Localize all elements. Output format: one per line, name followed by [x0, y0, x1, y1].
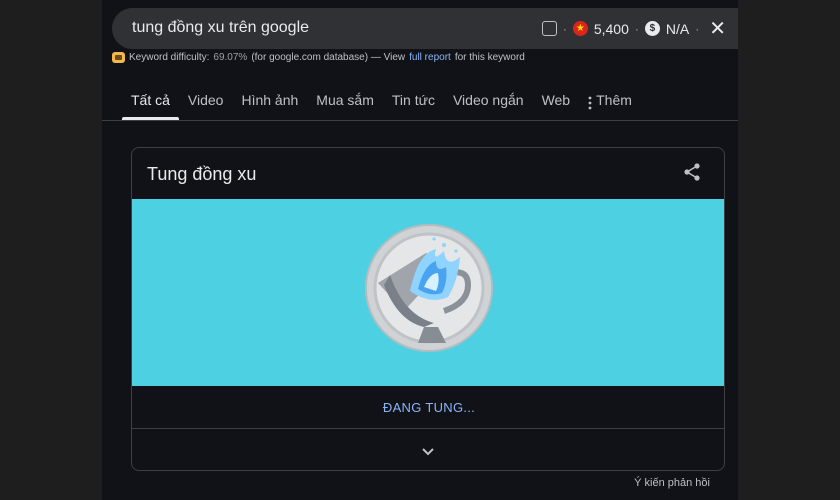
more-vert-icon — [588, 96, 592, 110]
search-query[interactable]: tung đồng xu trên google — [132, 19, 309, 37]
card-title: Tung đồng xu — [147, 164, 257, 184]
full-report-link[interactable]: full report — [409, 52, 451, 63]
tab-images[interactable]: Hình ảnh — [232, 88, 307, 120]
coin-status-text: ĐANG TUNG... — [382, 399, 476, 415]
tabs-divider — [102, 120, 738, 121]
left-background — [0, 0, 102, 500]
tab-more[interactable]: Thêm — [579, 88, 641, 120]
tab-web[interactable]: Web — [533, 88, 580, 120]
dollar-icon: $ — [644, 21, 660, 36]
tab-news[interactable]: Tin tức — [383, 88, 444, 120]
search-bar[interactable]: tung đồng xu trên google · ★ 5,400 · $ N… — [112, 8, 738, 49]
coin-image[interactable] — [364, 223, 494, 353]
select-checkbox[interactable] — [541, 21, 557, 36]
coin-flip-card: Tung đồng xu ĐANG TUNG... — [131, 147, 725, 471]
share-icon[interactable] — [682, 162, 702, 182]
chevron-down-icon[interactable] — [419, 442, 437, 460]
kd-suffix: for this keyword — [454, 52, 525, 63]
tab-short-videos[interactable]: Video ngắn — [444, 88, 533, 120]
kd-database: (for google.com database) — View — [251, 52, 406, 63]
keyword-tool-icon — [112, 52, 125, 63]
search-tabs: Tất cả Video Hình ảnh Mua sắm Tin tức Vi… — [122, 88, 641, 120]
separator-dot: · — [634, 21, 639, 36]
card-separator — [132, 428, 724, 429]
tab-video[interactable]: Video — [179, 88, 233, 120]
coin-flip-area[interactable] — [132, 199, 724, 386]
close-icon[interactable]: ✕ — [709, 19, 726, 39]
search-results-page: tung đồng xu trên google · ★ 5,400 · $ N… — [102, 0, 738, 500]
vietnam-flag-icon: ★ — [572, 21, 588, 36]
feedback-link[interactable]: Ý kiến phản hồi — [634, 477, 710, 489]
separator-dot: · — [695, 21, 700, 36]
keyword-difficulty-line: Keyword difficulty: 69.07% (for google.c… — [112, 52, 525, 63]
kd-label: Keyword difficulty: — [129, 52, 210, 63]
kd-value: 69.07% — [213, 52, 248, 63]
search-volume: 5,400 — [593, 20, 629, 37]
separator-dot: · — [562, 21, 567, 36]
tab-all[interactable]: Tất cả — [122, 88, 179, 120]
tab-more-label: Thêm — [596, 92, 632, 108]
seo-metrics: · ★ 5,400 · $ N/A · ✕ — [541, 8, 726, 49]
tab-shopping[interactable]: Mua sắm — [307, 88, 383, 120]
cpc-value: N/A — [665, 20, 690, 37]
right-background — [738, 0, 840, 500]
